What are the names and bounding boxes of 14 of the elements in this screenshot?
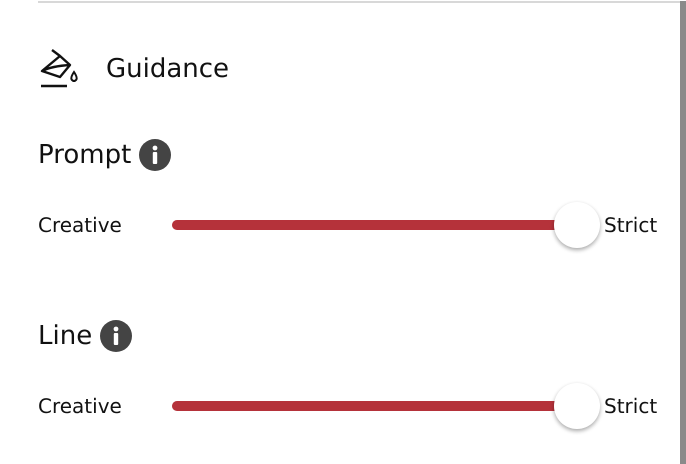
- slider-label: Line: [38, 321, 92, 351]
- section-title: Guidance: [106, 54, 230, 84]
- slider-label: Prompt: [38, 140, 132, 170]
- max-label: Strict: [604, 213, 658, 237]
- paint-bucket-icon: [38, 48, 80, 90]
- slider[interactable]: [172, 383, 600, 429]
- slider[interactable]: [172, 202, 600, 248]
- info-icon[interactable]: [139, 139, 172, 171]
- max-label: Strict: [604, 394, 658, 418]
- slider-thumb[interactable]: [554, 383, 600, 429]
- info-icon[interactable]: [100, 320, 132, 352]
- min-label: Creative: [38, 394, 123, 418]
- slider-thumb[interactable]: [554, 202, 600, 248]
- min-label: Creative: [38, 213, 123, 237]
